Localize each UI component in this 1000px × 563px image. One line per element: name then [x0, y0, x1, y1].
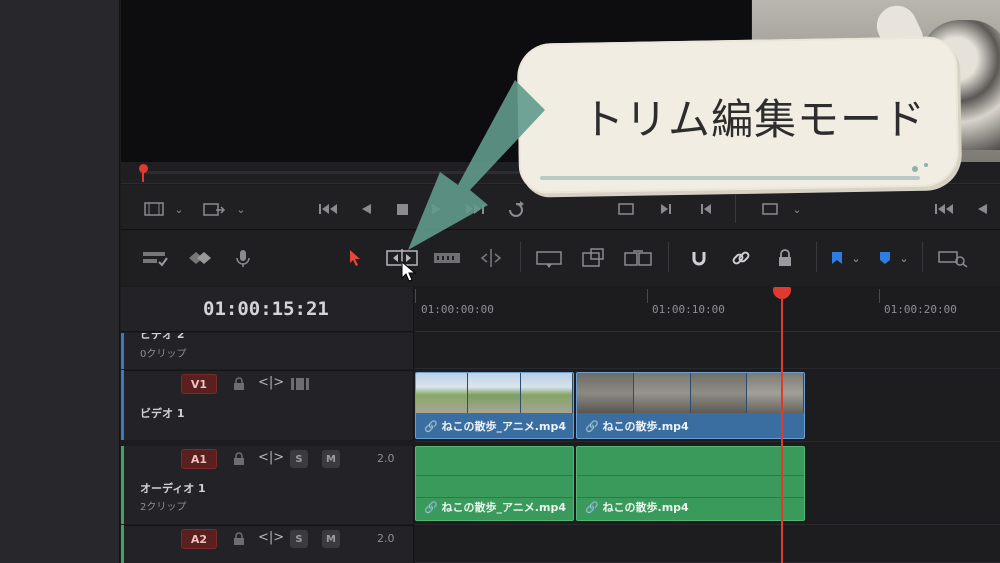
auto-track-selector-icon[interactable]: <|> — [258, 450, 284, 465]
track-volume-a1[interactable]: 2.0 — [377, 452, 395, 465]
flag-icon[interactable] — [828, 246, 846, 270]
track-clip-count-a1: 2クリップ — [140, 502, 187, 513]
clip-view-icon[interactable] — [142, 198, 166, 220]
track-color-stripe — [121, 446, 124, 524]
left-panel — [0, 0, 120, 563]
divider — [668, 242, 669, 272]
lock-icon[interactable] — [232, 531, 246, 550]
track-lane-a2[interactable] — [415, 526, 1000, 563]
track-video-toggle-icon[interactable] — [290, 376, 310, 395]
mute-button-a2[interactable]: M — [322, 530, 340, 548]
ruler-tick — [647, 289, 648, 303]
scrubber-playhead[interactable] — [139, 164, 148, 182]
callout-underline — [540, 176, 920, 180]
insert-clip-icon[interactable] — [533, 246, 565, 270]
chevron-down-icon[interactable]: ⌄ — [850, 246, 862, 270]
timeline-timecode[interactable]: 01:00:15:21 — [203, 298, 329, 320]
audio-waveform-divider — [577, 475, 804, 476]
mute-button-a1[interactable]: M — [322, 450, 340, 468]
go-to-end-icon[interactable] — [462, 198, 488, 220]
ruler-label: 01:00:20:00 — [884, 303, 957, 316]
ruler-tick — [415, 289, 416, 303]
blade-edit-icon[interactable] — [476, 246, 506, 270]
solo-button-a1[interactable]: S — [290, 450, 308, 468]
mark-in-icon[interactable] — [656, 198, 676, 220]
play-icon[interactable] — [427, 198, 447, 220]
program-go-to-start-icon[interactable] — [932, 198, 958, 220]
clip-thumbnails — [577, 373, 804, 413]
divider — [735, 195, 736, 223]
chevron-down-icon[interactable]: ⌄ — [898, 246, 910, 270]
timeline-view-options-icon[interactable] — [140, 246, 170, 270]
dynamic-trim-icon[interactable] — [432, 246, 462, 270]
overwrite-clip-icon[interactable] — [580, 246, 608, 270]
clip-label: 🔗 ねこの散歩.mp4 — [585, 501, 689, 514]
program-play-reverse-icon[interactable] — [972, 198, 992, 220]
clip-thumbnails — [416, 373, 573, 413]
auto-track-selector-icon[interactable]: <|> — [258, 375, 284, 390]
track-color-stripe — [121, 525, 124, 563]
clip-label: 🔗 ねこの散歩_アニメ.mp4 — [424, 420, 566, 433]
position-lock-icon[interactable] — [774, 246, 796, 270]
audio-waveform-divider — [577, 497, 804, 498]
video-clip[interactable]: 🔗 ねこの散歩_アニメ.mp4 — [415, 372, 574, 439]
ruler-label: 01:00:00:00 — [421, 303, 494, 316]
program-view-icon[interactable] — [758, 198, 782, 220]
audio-clip[interactable]: 🔗 ねこの散歩_アニメ.mp4 — [415, 446, 574, 521]
auto-track-selector-icon[interactable]: <|> — [258, 530, 284, 545]
solo-button-a2[interactable]: S — [290, 530, 308, 548]
linked-selection-icon[interactable] — [730, 246, 752, 270]
track-clip-count-v2: 0クリップ — [140, 349, 187, 360]
selection-pointer-icon[interactable] — [346, 246, 364, 270]
track-color-stripe — [121, 370, 124, 440]
track-badge-a2[interactable]: A2 — [181, 529, 217, 549]
clip-label: 🔗 ねこの散歩_アニメ.mp4 — [424, 501, 566, 514]
video-clip[interactable]: 🔗 ねこの散歩.mp4 — [576, 372, 805, 439]
loop-icon[interactable] — [504, 198, 530, 220]
lock-icon[interactable] — [232, 451, 246, 470]
match-frame-icon[interactable] — [614, 198, 638, 220]
replace-clip-icon[interactable] — [622, 246, 654, 270]
mouse-cursor-icon — [401, 261, 417, 282]
track-badge-v1[interactable]: V1 — [181, 374, 217, 394]
go-to-start-icon[interactable] — [316, 198, 342, 220]
stop-icon[interactable] — [392, 198, 412, 220]
output-icon[interactable] — [200, 198, 228, 220]
ripple-icon[interactable] — [186, 246, 214, 270]
track-badge-a1[interactable]: A1 — [181, 449, 217, 469]
track-color-stripe — [121, 333, 124, 369]
zoom-timeline-icon[interactable] — [936, 246, 970, 270]
chevron-down-icon[interactable]: ⌄ — [234, 198, 248, 220]
divider — [816, 242, 817, 272]
audio-clip[interactable]: 🔗 ねこの散歩.mp4 — [576, 446, 805, 521]
callout-text: トリム編集モード — [582, 95, 927, 144]
lock-icon[interactable] — [232, 376, 246, 395]
ruler-tick — [879, 289, 880, 303]
microphone-icon[interactable] — [232, 246, 254, 270]
snapping-magnet-icon[interactable] — [688, 246, 710, 270]
marker-icon[interactable] — [876, 246, 894, 270]
decor-dot — [912, 166, 918, 172]
divider — [922, 242, 923, 272]
clip-label: 🔗 ねこの散歩.mp4 — [585, 420, 689, 433]
track-lane-v2[interactable] — [415, 333, 1000, 369]
divider — [520, 242, 521, 272]
ruler-label: 01:00:10:00 — [652, 303, 725, 316]
play-reverse-icon[interactable] — [356, 198, 376, 220]
chevron-down-icon[interactable]: ⌄ — [790, 198, 804, 220]
track-name-a1: オーディオ 1 — [140, 482, 206, 495]
mark-out-icon[interactable] — [696, 198, 716, 220]
track-volume-a2[interactable]: 2.0 — [377, 532, 395, 545]
timeline-playhead[interactable] — [781, 296, 783, 563]
decor-dot — [924, 163, 928, 167]
chevron-down-icon[interactable]: ⌄ — [172, 198, 186, 220]
track-name-v1: ビデオ 1 — [140, 407, 185, 420]
audio-waveform-divider — [416, 497, 573, 498]
audio-waveform-divider — [416, 475, 573, 476]
